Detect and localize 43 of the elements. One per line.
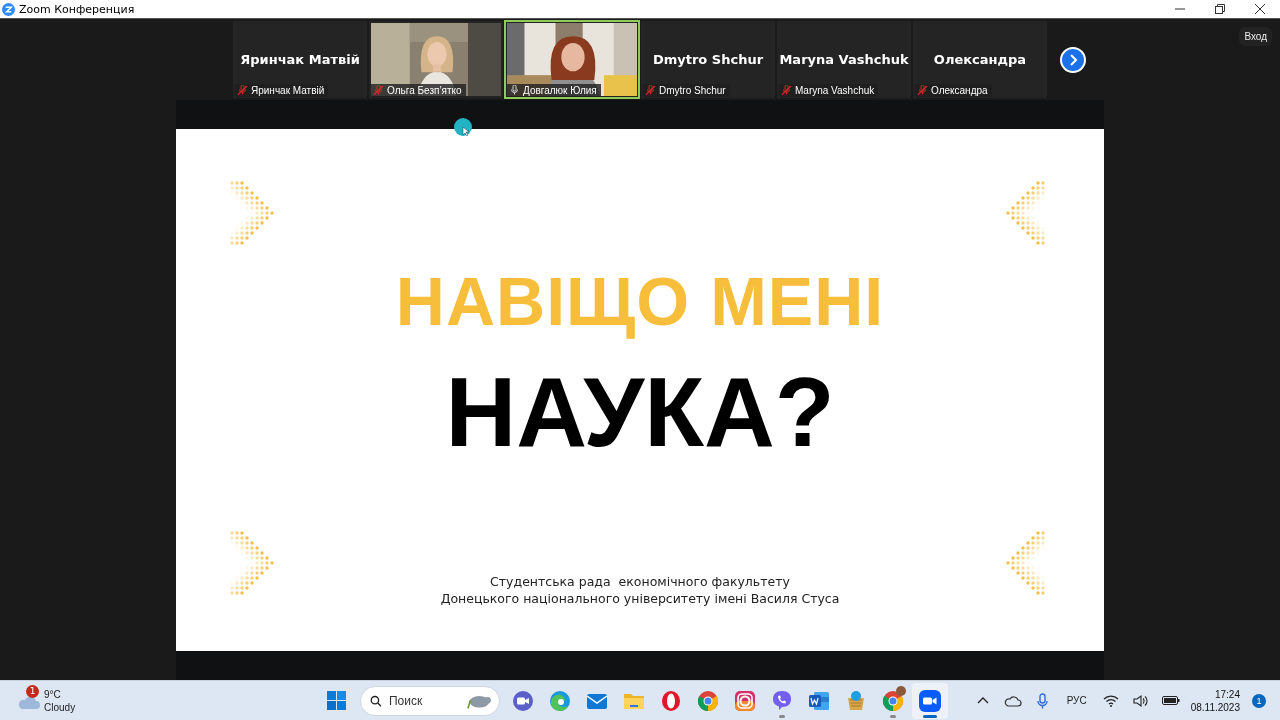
browser-icon xyxy=(695,688,720,713)
video-camera-icon xyxy=(917,688,942,713)
participant-label: Ольга Безп’ятко xyxy=(387,85,462,96)
browser-icon xyxy=(547,688,572,713)
participant-name: Яринчак Матвій xyxy=(240,52,360,67)
clock-button[interactable]: 17:24 08.11.2023 xyxy=(1186,687,1244,714)
participant-name: Maryna Vashchuk xyxy=(779,52,909,67)
profile-icon xyxy=(895,685,906,696)
participant-label: Dmytro Shchur xyxy=(659,85,726,96)
notification-badge: 1 xyxy=(1252,693,1266,708)
battery-icon[interactable] xyxy=(1161,696,1180,705)
search-input[interactable]: Поиск xyxy=(387,692,457,709)
close-icon xyxy=(1255,4,1265,14)
weather-condition-text: Cloudy xyxy=(44,700,76,714)
window-title: Zoom Конференция xyxy=(19,2,136,16)
participant-name: Dmytro Shchur xyxy=(652,52,764,67)
participant-label: Яринчак Матвій xyxy=(251,85,325,96)
notification-badge: 1 xyxy=(26,684,39,698)
chevron-up-icon[interactable] xyxy=(976,696,989,705)
browser-icon xyxy=(880,688,905,713)
participant-label: Maryna Vashchuk xyxy=(795,85,875,96)
cloud-icon[interactable] xyxy=(1003,693,1022,708)
volume-icon[interactable] xyxy=(1133,693,1149,708)
taskbar-app-button[interactable] xyxy=(911,682,948,719)
participant-label: Олександра xyxy=(931,85,988,96)
search-icon xyxy=(369,693,381,708)
windows-logo-icon xyxy=(327,691,346,710)
wifi-icon[interactable] xyxy=(1102,694,1119,707)
temperature-text: 9°C xyxy=(44,687,62,701)
participant-label: Довгалюк Юлия xyxy=(523,85,597,96)
microphone-icon[interactable] xyxy=(1036,692,1050,709)
restore-icon xyxy=(1215,4,1225,14)
language-button[interactable]: РУС xyxy=(1058,695,1095,706)
next-page-button[interactable] xyxy=(1060,46,1086,73)
slide-footer-text: Донецького національного університету імені Василя Стуса xyxy=(440,590,840,607)
slide-footer-text: Студентська рада економічного факультету xyxy=(490,573,790,590)
participant-name: Олександра xyxy=(933,52,1027,67)
search-field[interactable]: Поиск xyxy=(359,685,500,716)
camera-chat-icon xyxy=(510,688,535,713)
chevron-right-icon xyxy=(1067,53,1079,66)
sign-in-button[interactable]: Вход xyxy=(1239,27,1272,46)
camera-icon xyxy=(732,688,757,713)
slide-title: НАУКА? xyxy=(445,363,835,461)
